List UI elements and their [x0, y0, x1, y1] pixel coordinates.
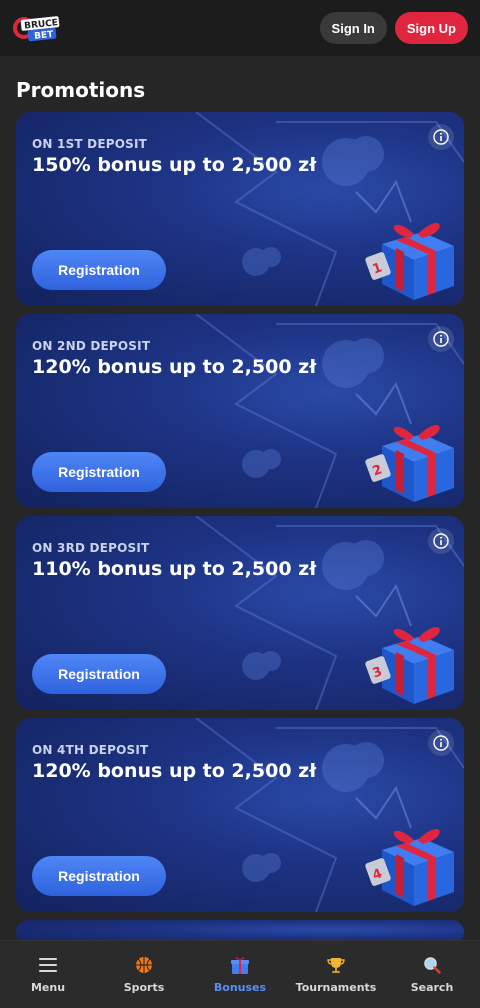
- nav-item-search[interactable]: Search: [384, 941, 480, 1008]
- basketball-icon: [134, 955, 154, 975]
- promotion-label: ON 3RD DEPOSIT: [32, 541, 150, 555]
- bottom-navigation: Menu Sports Bonuses Tournaments Search: [0, 940, 480, 1008]
- registration-button[interactable]: Registration: [32, 250, 166, 290]
- nav-item-menu[interactable]: Menu: [0, 941, 96, 1008]
- nav-label: Menu: [30, 981, 66, 994]
- sign-in-button[interactable]: Sign In: [319, 12, 387, 44]
- info-icon[interactable]: [428, 730, 454, 756]
- info-icon[interactable]: [428, 124, 454, 150]
- gift-box-icon: 3: [362, 608, 462, 708]
- app-header: BRUCE BET Sign In Sign Up: [0, 0, 480, 56]
- nav-label: Tournaments: [295, 981, 377, 994]
- gift-icon: [230, 955, 250, 975]
- nav-label: Sports: [123, 981, 165, 994]
- nav-item-sports[interactable]: Sports: [96, 941, 192, 1008]
- promotion-card[interactable]: ON 4TH DEPOSIT 120% bonus up to 2,500 zł…: [16, 718, 464, 912]
- promotion-card[interactable]: ON 1ST DEPOSIT 150% bonus up to 2,500 zł…: [16, 112, 464, 306]
- promotion-card[interactable]: ON 3RD DEPOSIT 110% bonus up to 2,500 zł…: [16, 516, 464, 710]
- nav-label: Bonuses: [213, 981, 267, 994]
- promotion-label: ON 4TH DEPOSIT: [32, 743, 149, 757]
- search-icon: [422, 955, 442, 975]
- page-title: Promotions: [16, 78, 146, 102]
- gift-box-icon: 1: [362, 204, 462, 304]
- menu-icon: [38, 955, 58, 975]
- info-icon[interactable]: [428, 528, 454, 554]
- promotion-card[interactable]: ON 2ND DEPOSIT 120% bonus up to 2,500 zł…: [16, 314, 464, 508]
- promotion-label: ON 2ND DEPOSIT: [32, 339, 151, 353]
- info-icon[interactable]: [428, 326, 454, 352]
- nav-item-tournaments[interactable]: Tournaments: [288, 941, 384, 1008]
- registration-button[interactable]: Registration: [32, 654, 166, 694]
- nav-label: Search: [410, 981, 454, 994]
- gift-box-icon: 4: [362, 810, 462, 910]
- registration-button[interactable]: Registration: [32, 452, 166, 492]
- brucebet-logo[interactable]: BRUCE BET: [12, 10, 64, 46]
- promotion-title: 150% bonus up to 2,500 zł: [32, 154, 317, 176]
- promotion-label: ON 1ST DEPOSIT: [32, 137, 148, 151]
- trophy-icon: [326, 955, 346, 975]
- gift-box-icon: 2: [362, 406, 462, 506]
- promotion-title: 120% bonus up to 2,500 zł: [32, 760, 317, 782]
- promotion-title: 110% bonus up to 2,500 zł: [32, 558, 317, 580]
- registration-button[interactable]: Registration: [32, 856, 166, 896]
- nav-item-bonuses[interactable]: Bonuses: [192, 941, 288, 1008]
- sign-up-button[interactable]: Sign Up: [394, 12, 468, 44]
- svg-text:BET: BET: [34, 30, 55, 42]
- promotions-list: ON 1ST DEPOSIT 150% bonus up to 2,500 zł…: [16, 112, 464, 944]
- promotion-title: 120% bonus up to 2,500 zł: [32, 356, 317, 378]
